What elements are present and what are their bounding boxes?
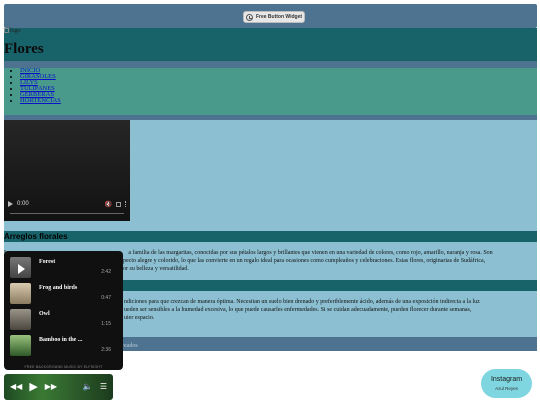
main-nav: INICIO GIRASOLES LILYS TULIPANES GERBERA… xyxy=(4,67,537,115)
track-duration: 2:36 xyxy=(101,347,111,353)
rewind-icon[interactable]: ◀◀ xyxy=(10,383,22,391)
instagram-button[interactable]: Instagram Azul Reyes xyxy=(481,369,532,398)
more-options-icon[interactable] xyxy=(125,201,126,207)
paragraph-fragment: uier espacio. xyxy=(124,315,155,321)
track-duration: 0:47 xyxy=(101,295,111,301)
paragraph-fragment: ndiciones para que crezcan de manera ópt… xyxy=(124,299,480,305)
track-thumbnail xyxy=(10,335,31,356)
free-button-widget-button[interactable]: Free Button Widget xyxy=(243,11,305,23)
video-controls: 0:00 🔇 xyxy=(8,199,126,209)
clock-arrow-icon xyxy=(245,13,253,21)
logo-image: logo xyxy=(4,28,21,34)
track-thumbnail xyxy=(10,257,31,278)
music-player-bar: ◀◀ ▶ ▶▶ 🔈 ☰ xyxy=(4,374,113,400)
paragraph-fragment: pecto alegre y colorido, lo que las conv… xyxy=(123,258,486,264)
nav-item: HORTENCIAS xyxy=(20,97,537,104)
instagram-label: Instagram xyxy=(490,376,523,383)
paragraph-fragment: a familia de las margaritas, conocidas p… xyxy=(128,250,493,256)
playlist-track[interactable]: Owl 1:15 xyxy=(4,306,123,331)
play-icon xyxy=(18,264,25,274)
track-duration: 2:42 xyxy=(101,269,111,275)
play-icon[interactable]: ▶ xyxy=(29,381,37,393)
track-title: Bamboo in the ... xyxy=(39,337,83,343)
playlist-track[interactable]: Forest 2:42 xyxy=(4,254,123,279)
page-title: Flores xyxy=(4,41,44,57)
volume-icon[interactable]: 🔈 xyxy=(83,383,93,391)
playlist-track[interactable]: Bamboo in the ... 2:36 xyxy=(4,332,123,357)
paragraph-fragment: ueden ser sensibles a la humedad excesiv… xyxy=(124,307,472,313)
fast-forward-icon[interactable]: ▶▶ xyxy=(45,383,57,391)
broken-image-icon xyxy=(4,28,9,34)
volume-muted-icon[interactable]: 🔇 xyxy=(105,201,112,208)
free-button-widget-label: Free Button Widget xyxy=(255,14,303,20)
video-progress-bar[interactable] xyxy=(10,213,124,214)
site-header: logo Flores xyxy=(4,28,537,61)
track-duration: 1:15 xyxy=(101,321,111,327)
video-player[interactable]: 0:00 🔇 xyxy=(4,120,130,221)
instagram-name: Azul Reyes xyxy=(495,386,518,391)
separator xyxy=(4,61,537,68)
fullscreen-icon[interactable] xyxy=(116,201,121,207)
track-thumbnail xyxy=(10,283,31,304)
playlist-track[interactable]: Frog and birds 0:47 xyxy=(4,280,123,305)
music-playlist: Forest 2:42 Frog and birds 0:47 Owl 1:15… xyxy=(4,251,123,370)
nav-link-hortencias[interactable]: HORTENCIAS xyxy=(20,97,61,104)
video-section: 0:00 🔇 xyxy=(4,120,537,231)
play-icon[interactable] xyxy=(8,201,13,207)
section-title-arreglos: Arreglos florales xyxy=(4,232,68,241)
playlist-credit: FREE BACKGROUND MUSIC BY ELFSIGHT xyxy=(24,365,103,369)
playlist-icon[interactable]: ☰ xyxy=(100,383,107,391)
track-title: Frog and birds xyxy=(39,285,78,291)
track-title: Owl xyxy=(39,311,50,317)
video-time: 0:00 xyxy=(17,201,29,207)
logo-alt-text: logo xyxy=(10,28,21,34)
track-title: Forest xyxy=(39,259,56,265)
widget-top-bar: Free Button Widget xyxy=(4,4,537,28)
footer-text: reados xyxy=(122,343,138,349)
track-thumbnail xyxy=(10,309,31,330)
section-header: Arreglos florales xyxy=(4,231,537,242)
paragraph-fragment: or su belleza y versatilidad. xyxy=(123,266,189,272)
